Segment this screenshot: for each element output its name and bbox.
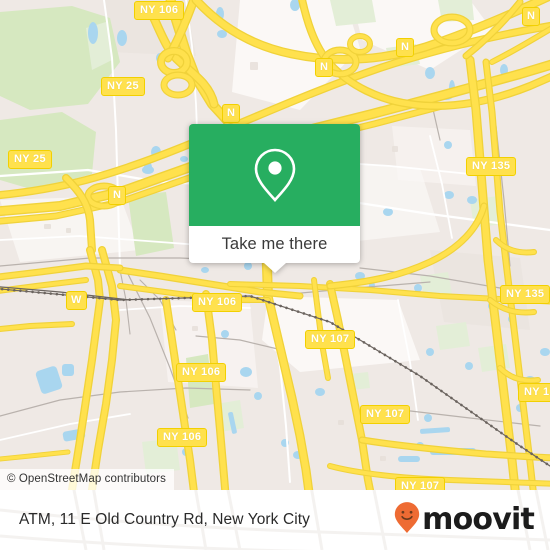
map-pin-icon bbox=[252, 147, 298, 203]
road-shield: NY 107 bbox=[305, 330, 356, 349]
road-shield: NY 106 bbox=[134, 1, 185, 20]
footer-bar: ATM, 11 E Old Country Rd, New York City … bbox=[0, 490, 550, 550]
road-shield: N bbox=[315, 58, 334, 77]
road-shield: N bbox=[222, 104, 241, 123]
road-shield: NY 135 bbox=[466, 157, 517, 176]
osm-attribution[interactable]: © OpenStreetMap contributors bbox=[0, 469, 174, 490]
map-screenshot: .rd { fill:none; stroke:#ffe14d; stroke-… bbox=[0, 0, 550, 550]
popup-action-bar[interactable]: Take me there bbox=[189, 226, 360, 273]
road-shield: NY 107 bbox=[360, 405, 411, 424]
road-shield: NY 106 bbox=[176, 363, 227, 382]
road-shield: NY 135 bbox=[500, 285, 550, 304]
moovit-wordmark: moovit bbox=[422, 502, 535, 537]
road-shield: N bbox=[108, 186, 127, 205]
take-me-there-label: Take me there bbox=[221, 235, 328, 253]
road-shield: NY 106 bbox=[192, 293, 243, 312]
road-shield: N bbox=[522, 7, 541, 26]
popup-pointer-tail bbox=[263, 263, 286, 273]
moovit-logo[interactable]: moovit bbox=[394, 501, 535, 539]
road-shield: NY 25 bbox=[8, 150, 52, 169]
moovit-pin-icon bbox=[394, 501, 420, 539]
location-popup-card[interactable]: Take me there bbox=[189, 124, 360, 273]
road-shield: W bbox=[66, 291, 87, 310]
road-shield: NY 107 bbox=[395, 477, 446, 490]
location-address: ATM, 11 E Old Country Rd, New York City bbox=[19, 511, 311, 528]
popup-image-area bbox=[189, 124, 360, 226]
road-shield: NY 135 bbox=[518, 383, 550, 402]
road-shield: NY 106 bbox=[157, 428, 208, 447]
road-shield: NY 25 bbox=[101, 77, 145, 96]
road-shield: N bbox=[396, 38, 415, 57]
